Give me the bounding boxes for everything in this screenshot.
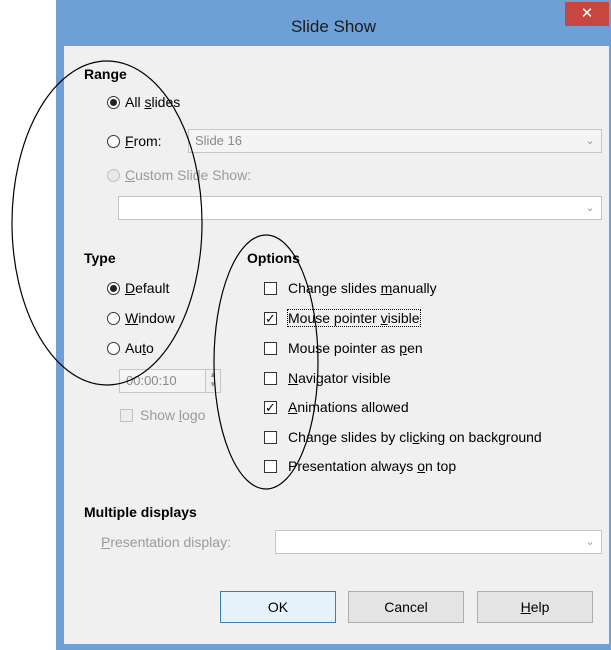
cancel-button[interactable]: Cancel [348,591,464,623]
custom-slide-show-dropdown[interactable]: ⌄ [118,196,602,220]
auto-label[interactable]: Auto [125,340,154,356]
slide-show-dialog: Slide Show ✕ Range All slides From: Slid… [56,0,611,650]
check-icon: ✓ [265,311,276,326]
dialog-title: Slide Show [290,17,377,36]
mouse-pointer-as-pen-label[interactable]: Mouse pointer as pen [288,340,423,356]
custom-slide-show-label: Custom Slide Show: [125,167,252,183]
ok-button[interactable]: OK [220,591,336,623]
chevron-down-icon: ⌄ [585,135,595,147]
close-icon: ✕ [580,5,594,22]
presentation-always-on-top-checkbox[interactable] [264,460,277,473]
all-slides-radio[interactable] [107,96,120,109]
chevron-down-icon: ⌄ [585,202,595,214]
window-radio[interactable] [107,312,120,325]
change-slides-by-clicking-label[interactable]: Change slides by clicking on background [288,429,542,445]
auto-duration-spinner[interactable]: 00:00:10 ▲ ▼ [119,369,221,393]
presentation-always-on-top-label[interactable]: Presentation always on top [288,458,456,474]
auto-radio[interactable] [107,342,120,355]
title-bar[interactable]: Slide Show ✕ [56,0,611,46]
custom-slide-show-radio[interactable] [107,169,120,182]
dialog-body: Range All slides From: Slide 16 ⌄ Custom… [64,46,609,644]
chevron-down-icon: ⌄ [585,536,595,548]
from-slide-dropdown[interactable]: Slide 16 ⌄ [188,129,602,153]
options-heading: Options [247,250,300,266]
navigator-visible-checkbox[interactable] [264,372,277,385]
mouse-pointer-visible-label[interactable]: Mouse pointer visible [287,309,421,327]
window-label[interactable]: Window [125,310,175,326]
range-heading: Range [84,66,127,82]
presentation-display-label: Presentation display: [101,534,231,550]
spin-down-icon[interactable]: ▼ [206,380,220,390]
auto-duration-value: 00:00:10 [126,373,177,388]
help-button[interactable]: Help [477,591,593,623]
spin-up-icon[interactable]: ▲ [206,370,220,380]
all-slides-label[interactable]: All slides [125,94,180,110]
default-label[interactable]: Default [125,280,169,296]
from-slide-value: Slide 16 [195,133,242,148]
from-radio[interactable] [107,135,120,148]
type-heading: Type [84,250,116,266]
spin-buttons[interactable]: ▲ ▼ [205,370,220,392]
change-slides-manually-checkbox[interactable] [264,282,277,295]
close-button[interactable]: ✕ [565,2,609,26]
animations-allowed-checkbox[interactable]: ✓ [264,401,277,414]
presentation-display-dropdown[interactable]: ⌄ [275,530,602,554]
show-logo-label: Show logo [140,407,206,423]
change-slides-manually-label[interactable]: Change slides manually [288,280,437,296]
mouse-pointer-visible-checkbox[interactable]: ✓ [264,312,277,325]
show-logo-checkbox[interactable] [120,409,133,422]
mouse-pointer-as-pen-checkbox[interactable] [264,342,277,355]
navigator-visible-label[interactable]: Navigator visible [288,370,391,386]
animations-allowed-label[interactable]: Animations allowed [288,399,409,415]
change-slides-by-clicking-checkbox[interactable] [264,431,277,444]
multiple-displays-heading: Multiple displays [84,504,197,520]
default-radio[interactable] [107,282,120,295]
check-icon: ✓ [265,400,276,415]
from-label[interactable]: From: [125,133,162,149]
